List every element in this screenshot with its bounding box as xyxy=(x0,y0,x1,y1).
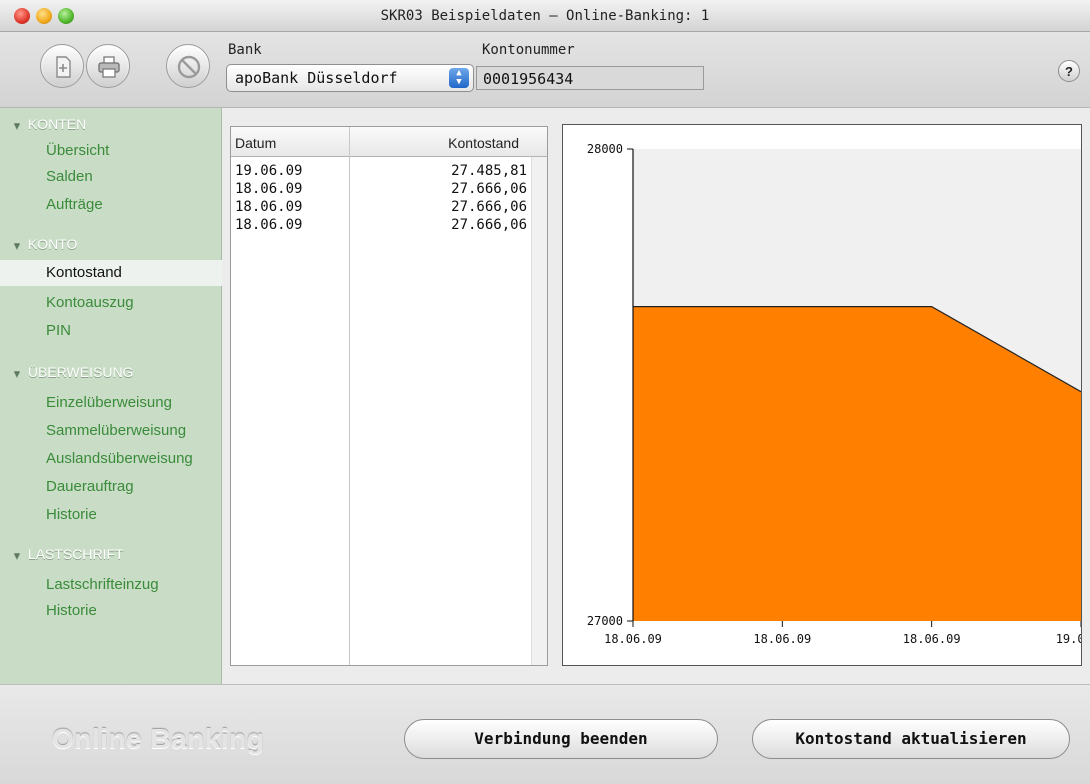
cancel-icon xyxy=(177,55,201,79)
table-row[interactable]: 18.06.09 27.666,06 xyxy=(231,217,531,236)
disclosure-triangle-icon: ▼ xyxy=(12,369,22,380)
column-header-datum[interactable]: Datum xyxy=(235,135,276,151)
sidebar-item-dauerauftrag[interactable]: Dauerauftrag xyxy=(0,474,222,500)
x-tick-label: 18.06.09 xyxy=(753,632,811,646)
cell-kontostand: 27.666,06 xyxy=(451,199,527,215)
cell-kontostand: 27.485,81 xyxy=(451,163,527,179)
sidebar-item-pin[interactable]: PIN xyxy=(0,318,222,344)
cell-kontostand: 27.666,06 xyxy=(451,217,527,233)
window-title: SKR03 Beispieldaten – Online-Banking: 1 xyxy=(380,8,710,24)
sidebar-item-lastschrifteinzug[interactable]: Lastschrifteinzug xyxy=(0,572,222,598)
cell-datum: 19.06.09 xyxy=(235,163,303,179)
table-row[interactable]: 18.06.09 27.666,06 xyxy=(231,181,531,200)
sidebar-item-auslandsueberweisung[interactable]: Auslandsüberweisung xyxy=(0,446,222,472)
toolbar: Bank Kontonummer apoBank Düsseldorf ▲ ▼ 0… xyxy=(0,32,1090,108)
x-tick-label: 18.06.09 xyxy=(903,632,961,646)
balance-chart: 28000 27000 18.06.09 18.06.09 18.06.09 19.06.… xyxy=(562,124,1090,666)
section-ueberweisung[interactable]: ▼ ÜBERWEISUNG xyxy=(12,364,133,380)
cell-kontostand: 27.666,06 xyxy=(451,181,527,197)
help-button[interactable]: ? xyxy=(1058,60,1080,82)
title-bar: SKR03 Beispieldaten – Online-Banking: 1 xyxy=(0,0,1090,32)
disclosure-triangle-icon: ▼ xyxy=(12,121,22,132)
section-konto[interactable]: ▼ KONTO xyxy=(12,236,77,252)
y-tick-label: 27000 xyxy=(587,614,623,628)
sidebar-item-kontoauszug[interactable]: Kontoauszug xyxy=(0,290,222,316)
cancel-button[interactable] xyxy=(166,44,210,88)
cell-datum: 18.06.09 xyxy=(235,217,303,233)
sidebar-item-einzelueberweisung[interactable]: Einzelüberweisung xyxy=(0,390,222,416)
column-header-kontostand[interactable]: Kontostand xyxy=(448,135,519,151)
table-row[interactable]: 18.06.09 27.666,06 xyxy=(231,199,531,218)
sidebar-item-historie-lastschrift[interactable]: Historie xyxy=(0,598,222,624)
disconnect-button[interactable]: Verbindung beenden xyxy=(404,719,718,759)
y-tick-label: 28000 xyxy=(587,142,623,156)
cell-datum: 18.06.09 xyxy=(235,199,303,215)
sidebar-item-uebersicht[interactable]: Übersicht xyxy=(0,138,222,164)
sidebar-item-salden[interactable]: Salden xyxy=(0,164,222,190)
konto-label: Kontonummer xyxy=(482,42,575,58)
bank-select[interactable]: apoBank Düsseldorf ▲ ▼ xyxy=(226,64,474,92)
print-icon xyxy=(98,56,120,78)
bottom-bar: Online Banking Verbindung beenden Kontos… xyxy=(0,684,1090,784)
table-scrollbar[interactable] xyxy=(531,157,547,665)
sidebar-item-historie-ueberweisung[interactable]: Historie xyxy=(0,502,222,528)
disclosure-triangle-icon: ▼ xyxy=(12,241,22,252)
kontonummer-field[interactable]: 0001956434 xyxy=(476,66,704,90)
x-tick-label: 18.06.09 xyxy=(604,632,662,646)
table-header: Datum Kontostand xyxy=(231,127,547,157)
table-row[interactable]: 19.06.09 27.485,81 xyxy=(231,163,531,182)
x-tick-label: 19.06.0 xyxy=(1056,632,1081,646)
kontostand-table[interactable]: Datum Kontostand 19.06.09 27.485,81 18.0… xyxy=(230,126,548,666)
sidebar-item-auftraege[interactable]: Aufträge xyxy=(0,192,222,218)
new-button[interactable] xyxy=(40,44,84,88)
refresh-balance-button[interactable]: Kontostand aktualisieren xyxy=(752,719,1070,759)
sidebar-item-sammelueberweisung[interactable]: Sammelüberweisung xyxy=(0,418,222,444)
brand-label: Online Banking xyxy=(52,723,265,754)
cell-datum: 18.06.09 xyxy=(235,181,303,197)
print-button[interactable] xyxy=(86,44,130,88)
bank-select-value: apoBank Düsseldorf xyxy=(235,69,398,87)
disclosure-triangle-icon: ▼ xyxy=(12,551,22,562)
bank-label: Bank xyxy=(228,42,262,58)
chevron-updown-icon: ▲ ▼ xyxy=(449,68,469,88)
chart-svg: 28000 27000 18.06.09 18.06.09 18.06.09 19.06.… xyxy=(587,142,1090,646)
sidebar-item-kontostand[interactable]: Kontostand xyxy=(0,260,222,286)
section-lastschrift[interactable]: ▼ LASTSCHRIFT xyxy=(12,546,124,562)
sidebar: ▼ KONTEN Übersicht Salden Aufträge ▼ KONTO… xyxy=(0,108,222,684)
new-document-icon xyxy=(56,56,71,78)
section-konten[interactable]: ▼ KONTEN xyxy=(12,116,86,132)
app-window: SKR03 Beispieldaten – Online-Banking: 1 … xyxy=(0,0,1090,784)
